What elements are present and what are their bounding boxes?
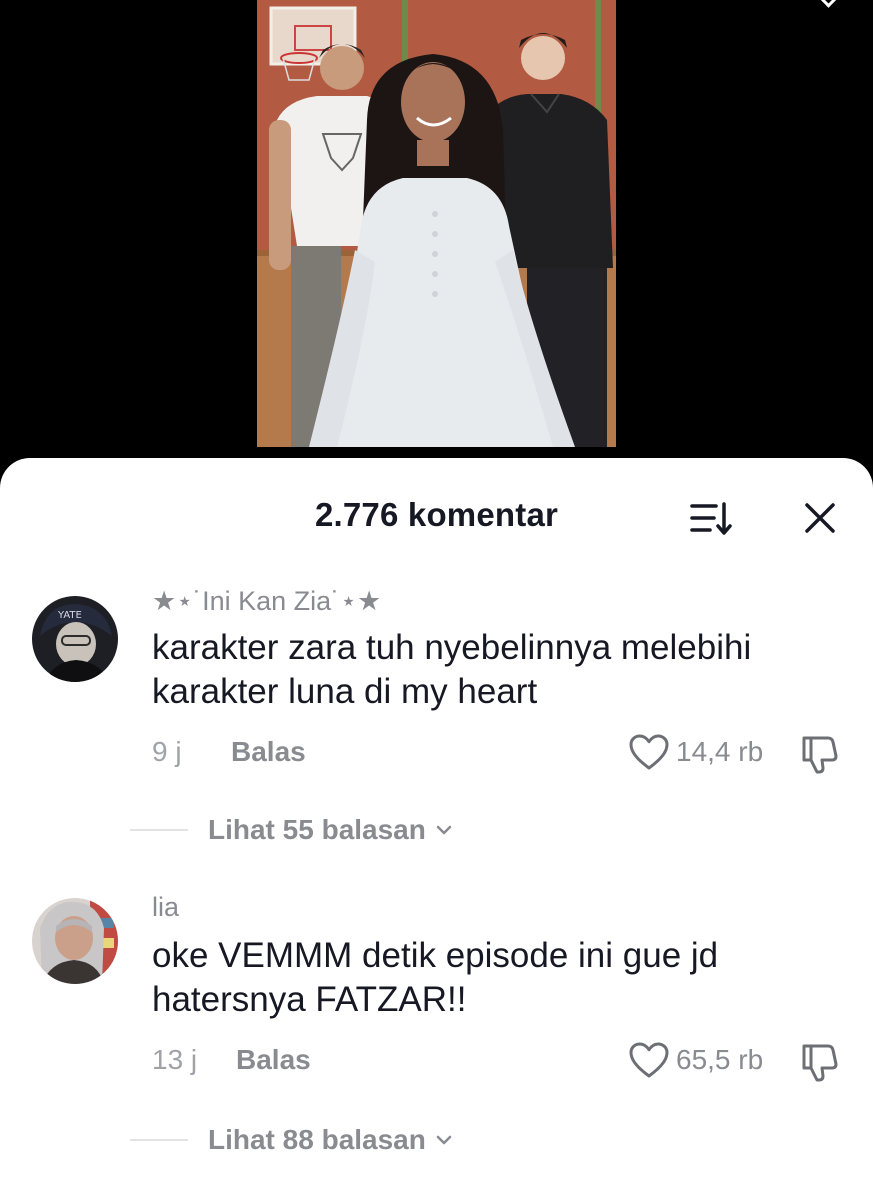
chevron-down-icon — [436, 825, 452, 835]
comment-time: 13 j — [152, 1044, 198, 1075]
reply-button[interactable]: Balas — [231, 736, 306, 768]
like-button[interactable]: 14,4 rb — [628, 730, 763, 774]
comments-sheet: 2.776 komentar YATE ★⋆˙Ini Kan Zia˙⋆★ ka… — [0, 458, 873, 1200]
thumbs-down-icon — [802, 736, 838, 774]
video-player[interactable] — [0, 0, 873, 470]
close-button[interactable] — [800, 498, 840, 538]
divider-line — [130, 1139, 188, 1141]
avatar[interactable] — [32, 898, 118, 984]
like-count: 65,5 rb — [676, 1044, 764, 1075]
comment-username[interactable]: lia — [152, 892, 179, 923]
comment-text: karakter zara tuh nyebelinnya melebihi k… — [152, 628, 752, 711]
video-still — [257, 0, 616, 447]
comment-time: 9 j — [152, 736, 182, 767]
sort-icon — [690, 502, 732, 535]
close-icon — [805, 503, 835, 533]
chevron-down-icon[interactable] — [819, 0, 838, 8]
like-count: 14,4 rb — [676, 736, 764, 767]
reply-button[interactable]: Balas — [236, 1044, 311, 1076]
divider-line — [130, 829, 188, 831]
view-replies-button[interactable]: Lihat 55 balasan — [130, 812, 454, 848]
dislike-button[interactable] — [798, 1040, 842, 1084]
like-button[interactable]: 65,5 rb — [628, 1038, 763, 1082]
view-replies-label: Lihat 88 balasan — [208, 1124, 426, 1155]
heart-icon — [629, 1042, 669, 1078]
thumbs-down-icon — [802, 1044, 838, 1082]
comment-text: oke VEMMM detik episode ini gue jd hater… — [152, 936, 719, 1019]
sort-button[interactable] — [688, 498, 734, 538]
svg-text:YATE: YATE — [57, 610, 82, 621]
video-frame[interactable] — [257, 0, 616, 447]
view-replies-label: Lihat 55 balasan — [208, 814, 426, 845]
view-replies-button[interactable]: Lihat 88 balasan — [130, 1122, 454, 1158]
comment-username[interactable]: ★⋆˙Ini Kan Zia˙⋆★ — [152, 586, 381, 617]
avatar[interactable]: YATE — [32, 596, 118, 682]
chevron-down-icon — [436, 1135, 452, 1145]
dislike-button[interactable] — [798, 732, 842, 776]
comments-count-title: 2.776 komentar — [314, 496, 559, 533]
heart-icon — [629, 734, 669, 770]
